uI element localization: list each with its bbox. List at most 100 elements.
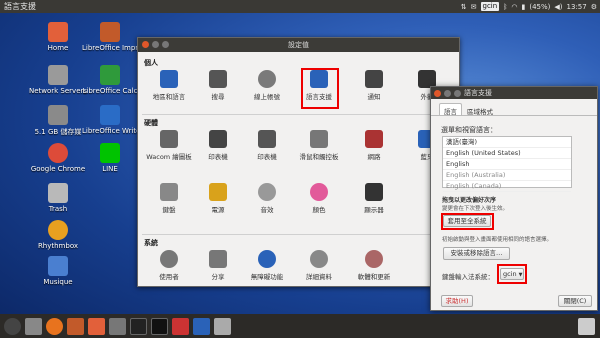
language-flag-icon xyxy=(310,70,328,88)
help-button[interactable]: 求助(H) xyxy=(441,295,473,307)
settings-item-power[interactable]: 電源 xyxy=(193,183,243,214)
wacom-tablet-icon xyxy=(160,130,178,148)
settings-item-sound[interactable]: 音效 xyxy=(242,183,292,214)
settings-title: 設定值 xyxy=(288,41,309,49)
settings-item-wacom[interactable]: Wacom 繪圖板 xyxy=(144,130,194,161)
volume-icon[interactable]: ◀) xyxy=(554,3,562,11)
list-item[interactable]: English (Australia) xyxy=(443,170,571,181)
settings-item-displays[interactable]: 顯示器 xyxy=(349,183,399,214)
settings-item-keyboard[interactable]: 鍵盤 xyxy=(144,183,194,214)
calc-icon xyxy=(100,65,120,85)
settings-item-accessibility[interactable]: 無障礙功能 xyxy=(242,250,292,281)
rhythmbox-icon xyxy=(48,220,68,240)
maximize-icon[interactable] xyxy=(162,41,169,48)
desktop-icon-musique[interactable]: Musique xyxy=(15,256,101,286)
search-icon xyxy=(209,70,227,88)
trash-launcher-icon[interactable] xyxy=(578,317,595,335)
list-item[interactable]: English (United States) xyxy=(443,148,571,159)
impress-icon xyxy=(100,22,120,42)
settings-item-software-updates[interactable]: 軟體和更新 xyxy=(349,250,399,281)
trash-icon xyxy=(48,183,68,203)
desktop-icon-trash[interactable]: Trash xyxy=(15,183,101,213)
settings-item-search[interactable]: 搜尋 xyxy=(193,70,243,101)
impress-launcher-icon[interactable] xyxy=(67,317,84,335)
network-icon[interactable]: ⇅ xyxy=(461,3,467,11)
wifi-icon[interactable]: ◠ xyxy=(511,3,517,11)
user-icon xyxy=(160,250,178,268)
desktop-icon-impress[interactable]: LibreOffice Impress xyxy=(82,22,138,52)
close-icon[interactable] xyxy=(142,41,149,48)
settings-item-language-support[interactable]: 語言支援 xyxy=(294,70,344,101)
desktop-icon-writer[interactable]: LibreOffice Writer xyxy=(82,105,138,135)
language-window-title: 語言支援 xyxy=(464,89,492,97)
gear-icon[interactable]: ⚙ xyxy=(591,3,597,11)
language-tabs: 語言 區域格式 xyxy=(431,103,597,116)
power-icon xyxy=(209,183,227,201)
online-accounts-icon xyxy=(258,70,276,88)
network-icon xyxy=(365,130,383,148)
install-remove-languages-button[interactable]: 安裝或移除語言… xyxy=(443,247,510,260)
dash-icon[interactable] xyxy=(4,317,21,335)
active-window-title: 語言支援 xyxy=(4,2,36,11)
battery-icon[interactable]: ▮ xyxy=(522,3,526,11)
settings-item-region[interactable]: 地區和語言 xyxy=(144,70,194,101)
music-folder-icon xyxy=(48,256,68,276)
settings-item-online-accounts[interactable]: 線上帳號 xyxy=(242,70,292,101)
input-method-select[interactable]: gcin ▼ xyxy=(500,268,524,280)
menu-language-heading: 選單和視窗語言： xyxy=(441,126,497,134)
drag-hint-sub: 變更會在下次登入後生效。 xyxy=(442,206,509,212)
input-method-indicator[interactable]: gcin xyxy=(480,2,500,11)
settings-item-network[interactable]: 網路 xyxy=(349,130,399,161)
drive-launcher-icon[interactable] xyxy=(214,317,231,335)
firefox-icon[interactable] xyxy=(46,317,63,335)
details-gear-icon xyxy=(310,250,328,268)
maximize-icon[interactable] xyxy=(454,89,461,97)
list-item[interactable]: English xyxy=(443,159,571,170)
close-button[interactable]: 關閉(C) xyxy=(558,295,592,307)
writer-icon xyxy=(100,105,120,125)
tab-language[interactable]: 語言 xyxy=(439,103,462,116)
section-hardware: 硬體 xyxy=(144,119,158,127)
minimize-icon[interactable] xyxy=(152,41,159,48)
terminal-icon[interactable] xyxy=(151,317,168,335)
settings-item-color[interactable]: 顏色 xyxy=(294,183,344,214)
tab-regional-formats[interactable]: 區域格式 xyxy=(462,103,498,116)
battery-percent: (45%) xyxy=(529,2,551,11)
home-folder-icon xyxy=(48,22,68,42)
settings-launcher-icon[interactable] xyxy=(172,317,189,335)
language-launcher-icon[interactable] xyxy=(193,317,210,335)
line-icon xyxy=(100,143,120,163)
region-flag-icon xyxy=(160,70,178,88)
settings-item-users[interactable]: 使用者 xyxy=(144,250,194,281)
settings-item-sharing[interactable]: 分享 xyxy=(193,250,243,281)
divider xyxy=(142,234,455,235)
desktop-icon-line[interactable]: LINE xyxy=(82,143,138,173)
divider xyxy=(142,114,455,115)
settings-item-printer[interactable]: 印表機 xyxy=(193,130,243,161)
settings-item-details[interactable]: 詳細資料 xyxy=(294,250,344,281)
clock[interactable]: 13:57 xyxy=(567,3,587,11)
drive-icon xyxy=(48,105,68,125)
display-icon xyxy=(365,183,383,201)
close-icon[interactable] xyxy=(434,89,441,97)
keyboard-icon xyxy=(160,183,178,201)
desktop-icon-rhythmbox[interactable]: Rhythmbox xyxy=(15,220,101,250)
software-center-icon[interactable] xyxy=(88,317,105,335)
list-item[interactable]: 漢語(臺灣) xyxy=(443,137,571,148)
settings-item-printer-2[interactable]: 印表機 xyxy=(242,130,292,161)
usb-creator-icon[interactable] xyxy=(109,317,126,335)
files-icon[interactable] xyxy=(25,317,42,335)
mail-icon[interactable]: ✉ xyxy=(471,3,477,11)
launcher-bar xyxy=(0,314,600,338)
apply-system-wide-button[interactable]: 套用至全系統 xyxy=(443,215,491,227)
settings-item-mouse[interactable]: 滑鼠和觸控板 xyxy=(294,130,344,161)
minimize-icon[interactable] xyxy=(444,89,451,97)
desktop-icon-calc[interactable]: LibreOffice Calc xyxy=(82,65,138,95)
top-panel: 語言支援 ⇅ ✉ gcin ᛒ ◠ ▮ (45%) ◀) 13:57 ⚙ xyxy=(0,0,600,13)
list-item[interactable]: English (Canada) xyxy=(443,181,571,192)
bluetooth-icon[interactable]: ᛒ xyxy=(503,3,507,11)
settings-item-notifications[interactable]: 通知 xyxy=(349,70,399,101)
printer-icon xyxy=(258,130,276,148)
system-monitor-icon[interactable] xyxy=(130,317,147,335)
language-list[interactable]: 漢語(臺灣) English (United States) English E… xyxy=(442,136,572,192)
